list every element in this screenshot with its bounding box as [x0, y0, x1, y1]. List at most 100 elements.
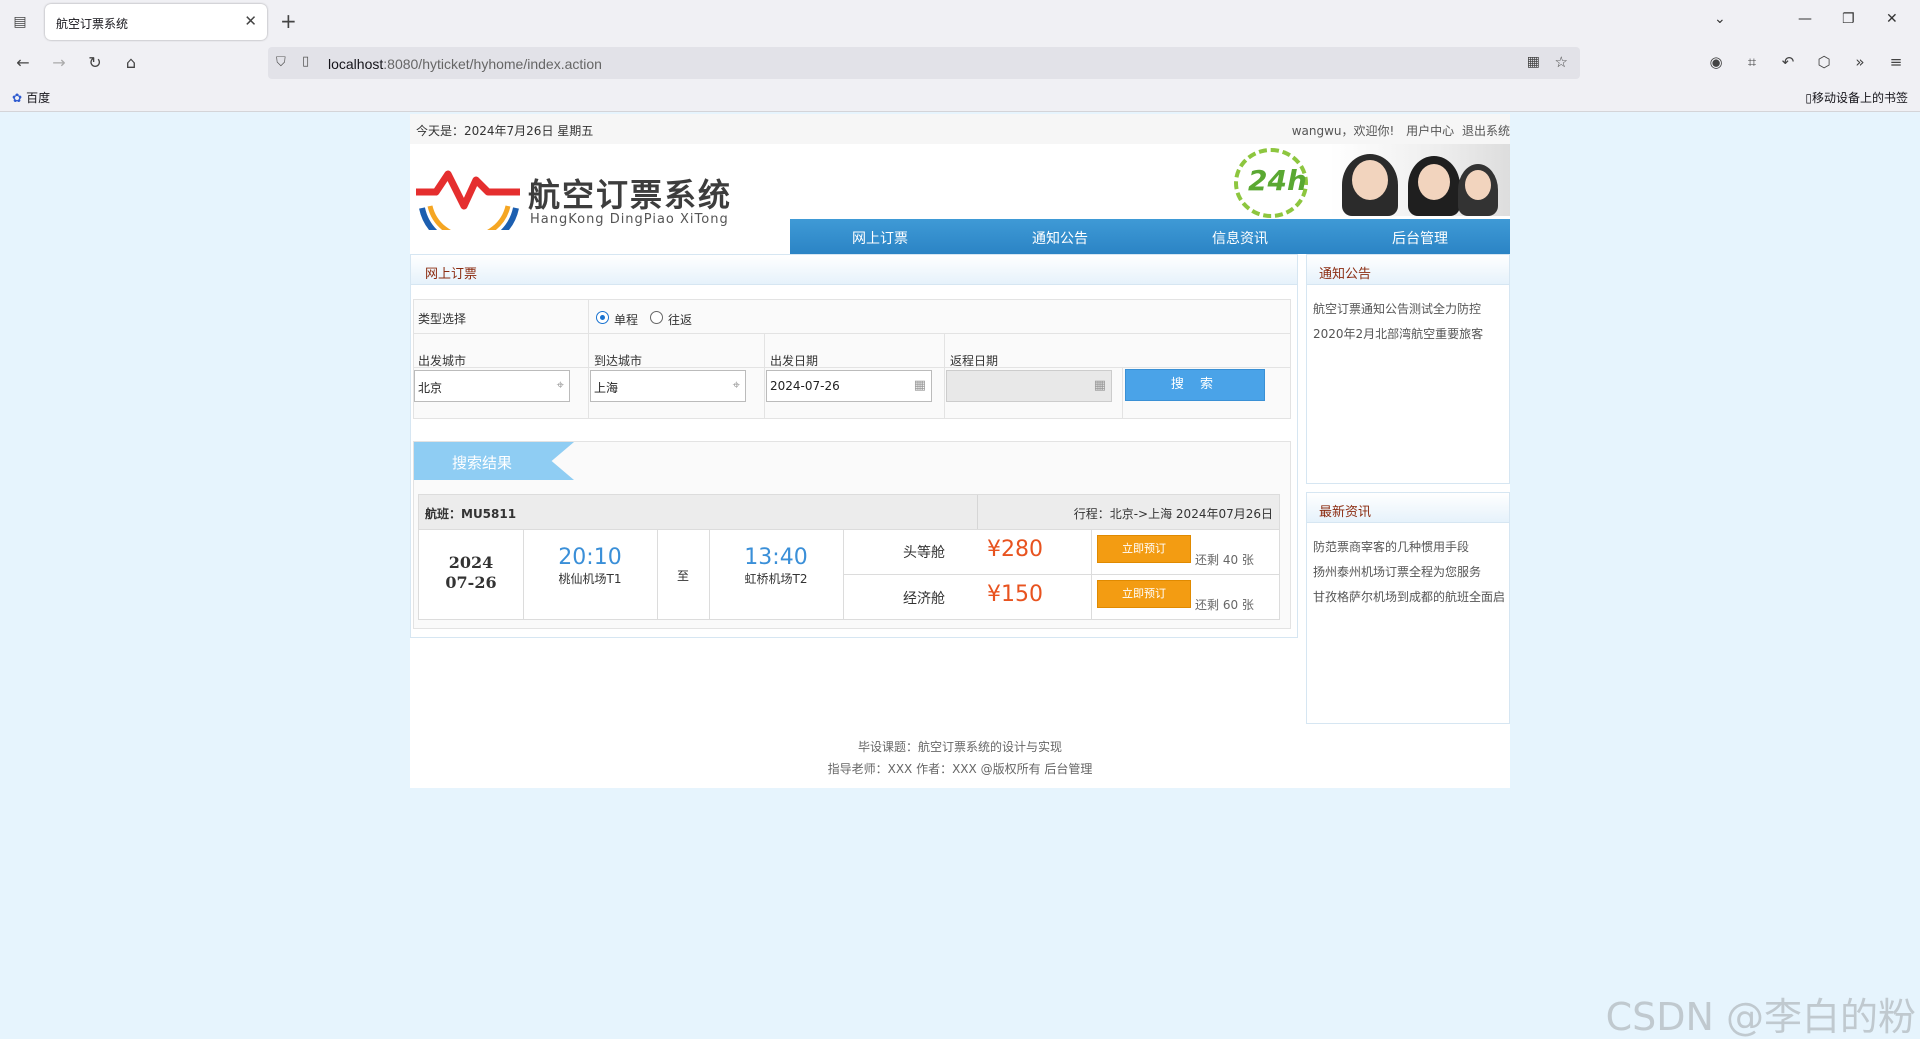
agent-figure — [1342, 154, 1398, 216]
shield-icon[interactable]: ⛉ — [276, 55, 286, 70]
economy-class-label: 经济舱 — [903, 591, 945, 607]
flight-route: 行程：北京->上海 2024年07月26日 — [1073, 507, 1273, 521]
first-class-remaining: 还剩 40 张 — [1195, 553, 1254, 567]
hotline-text: 24h — [1248, 164, 1307, 197]
reload-icon[interactable]: ↻ — [84, 53, 106, 72]
list-all-tabs-icon[interactable]: ⌄ — [1714, 11, 1726, 27]
browser-chrome: ▤ 航空订票系统 ✕ + ⌄ — ❐ ✕ ← → ↻ ⌂ ⛉ ▯ localho… — [0, 0, 1920, 112]
footer-topic: 毕设课题：航空订票系统的设计与实现 — [857, 740, 1062, 754]
booking-panel-header: 网上订票 — [411, 255, 1297, 285]
url-text[interactable]: localhost:8080/hyticket/hyhome/index.act… — [328, 56, 602, 72]
flight-header: 航班：MU5811 行程：北京->上海 2024年07月26日 — [419, 495, 1279, 529]
nav-online-booking[interactable]: 网上订票 — [790, 228, 970, 248]
bookmarks-bar: ✿ 百度 ▯移动设备上的书签 — [0, 82, 1920, 112]
arrival-time: 13:40 — [744, 545, 808, 570]
tab-title: 航空订票系统 — [56, 17, 129, 31]
round-trip-radio[interactable] — [650, 311, 663, 324]
minimize-icon[interactable]: — — [1798, 11, 1812, 27]
to-city-input[interactable]: 上海 ⌖ — [590, 370, 746, 402]
one-way-label[interactable]: 单程 — [614, 311, 638, 328]
col-divider — [1122, 367, 1123, 418]
new-tab-icon[interactable]: + — [280, 9, 297, 33]
nav-notices[interactable]: 通知公告 — [970, 228, 1150, 248]
menu-icon[interactable]: ≡ — [1886, 53, 1906, 71]
row-divider — [419, 529, 1279, 530]
browser-tab[interactable]: 航空订票系统 ✕ — [45, 4, 267, 40]
first-class-price: ¥280 — [987, 537, 1043, 562]
row-divider — [414, 367, 1290, 368]
col-divider — [764, 334, 765, 418]
screenshot-icon[interactable]: ⌗ — [1742, 53, 1762, 71]
one-way-radio[interactable] — [596, 311, 609, 324]
nav-news[interactable]: 信息资讯 — [1150, 228, 1330, 248]
flight-date: 2024 07-26 — [419, 553, 523, 593]
close-tab-icon[interactable]: ✕ — [244, 12, 257, 30]
notices-heading: 通知公告 — [1319, 267, 1372, 282]
tab-bar: ▤ 航空订票系统 ✕ + ⌄ — ❐ ✕ — [0, 0, 1920, 44]
from-city-input[interactable]: 北京 ⌖ — [414, 370, 570, 402]
navigation-bar: ← → ↻ ⌂ ⛉ ▯ localhost:8080/hyticket/hyho… — [0, 44, 1920, 82]
from-city-value: 北京 — [418, 381, 443, 395]
undo-icon[interactable]: ↶ — [1778, 53, 1798, 71]
arrival-info: 13:40 虹桥机场T2 — [709, 545, 843, 587]
notice-item[interactable]: 2020年2月北部湾航空重要旅客 — [1313, 322, 1505, 347]
url-path: :8080/hyticket/hyhome/index.action — [383, 56, 602, 72]
depart-date-input[interactable]: 2024-07-26 ▦ — [766, 370, 932, 402]
economy-class-price: ¥150 — [987, 582, 1043, 607]
location-pin-icon: ⌖ — [732, 378, 740, 393]
book-first-class-button[interactable]: 立即预订 — [1097, 535, 1191, 563]
type-label: 类型选择 — [418, 312, 467, 326]
agent-figure — [1458, 164, 1498, 216]
return-date-input[interactable]: ▦ — [946, 370, 1112, 402]
col-divider — [977, 495, 978, 529]
notices-panel: 通知公告 航空订票通知公告测试全力防控 2020年2月北部湾航空重要旅客 — [1306, 254, 1510, 484]
home-icon[interactable]: ⌂ — [120, 53, 142, 72]
arrival-airport: 虹桥机场T2 — [744, 572, 808, 586]
site-logo[interactable]: 航空订票系统 HangKong DingPiao XiTong — [414, 164, 774, 250]
logo-subtitle: HangKong DingPiao XiTong — [530, 212, 729, 227]
nav-admin[interactable]: 后台管理 — [1330, 228, 1510, 248]
notices-list: 航空订票通知公告测试全力防控 2020年2月北部湾航空重要旅客 — [1313, 297, 1505, 347]
notice-item[interactable]: 航空订票通知公告测试全力防控 — [1313, 297, 1505, 322]
close-window-icon[interactable]: ✕ — [1886, 11, 1898, 27]
to-city-label: 到达城市 — [594, 354, 643, 368]
from-city-label: 出发城市 — [418, 354, 467, 368]
logout-link[interactable]: 退出系统 — [1462, 124, 1510, 138]
forward-icon[interactable]: → — [48, 53, 70, 72]
main-nav: 网上订票 通知公告 信息资讯 后台管理 — [790, 219, 1510, 254]
bookmark-baidu[interactable]: ✿ 百度 — [12, 89, 50, 106]
row-divider — [843, 574, 1279, 575]
mobile-device-icon: ▯ — [1805, 91, 1812, 105]
search-button[interactable]: 搜 索 — [1125, 369, 1265, 401]
return-date-label: 返程日期 — [950, 354, 999, 368]
mobile-bookmarks[interactable]: ▯移动设备上的书签 — [1805, 89, 1908, 106]
more-tools-icon[interactable]: » — [1850, 53, 1870, 71]
depart-date-value: 2024-07-26 — [770, 379, 840, 393]
results-ribbon: 搜索结果 — [414, 442, 574, 480]
book-economy-class-button[interactable]: 立即预订 — [1097, 580, 1191, 608]
calendar-icon: ▦ — [913, 378, 926, 393]
page-icon[interactable]: ▯ — [302, 54, 309, 69]
booking-panel: 网上订票 类型选择 单程 往返 出发城市 到达城市 出发日期 返程日期 北京 ⌖… — [410, 254, 1298, 638]
bookmark-star-icon[interactable]: ☆ — [1555, 53, 1568, 71]
logo-title: 航空订票系统 — [528, 176, 733, 214]
departure-airport: 桃仙机场T1 — [558, 572, 622, 586]
user-center-link[interactable]: 用户中心 — [1406, 124, 1454, 138]
tab-list-icon[interactable]: ▤ — [10, 12, 30, 32]
mobile-bookmarks-label: 移动设备上的书签 — [1811, 91, 1908, 105]
round-trip-label[interactable]: 往返 — [668, 311, 692, 328]
extensions-icon[interactable]: ⬡ — [1814, 53, 1834, 71]
departure-info: 20:10 桃仙机场T1 — [523, 545, 657, 587]
news-item[interactable]: 扬州泰州机场订票全程为您服务 — [1313, 560, 1505, 585]
qr-code-icon[interactable]: ▦ — [1527, 54, 1540, 70]
page-container: 今天是：2024年7月26日 星期五 wangwu，欢迎你! 用户中心 退出系统… — [410, 114, 1510, 788]
restore-icon[interactable]: ❐ — [1842, 11, 1855, 27]
account-icon[interactable]: ◉ — [1706, 53, 1726, 71]
notices-header: 通知公告 — [1307, 255, 1509, 285]
news-item[interactable]: 甘孜格萨尔机场到成都的航班全面启 — [1313, 585, 1505, 610]
results-ribbon-label: 搜索结果 — [452, 454, 513, 472]
news-item[interactable]: 防范票商宰客的几种惯用手段 — [1313, 535, 1505, 560]
location-pin-icon: ⌖ — [556, 378, 564, 393]
back-icon[interactable]: ← — [12, 53, 34, 72]
address-bar[interactable]: ⛉ ▯ localhost:8080/hyticket/hyhome/index… — [268, 47, 1580, 79]
